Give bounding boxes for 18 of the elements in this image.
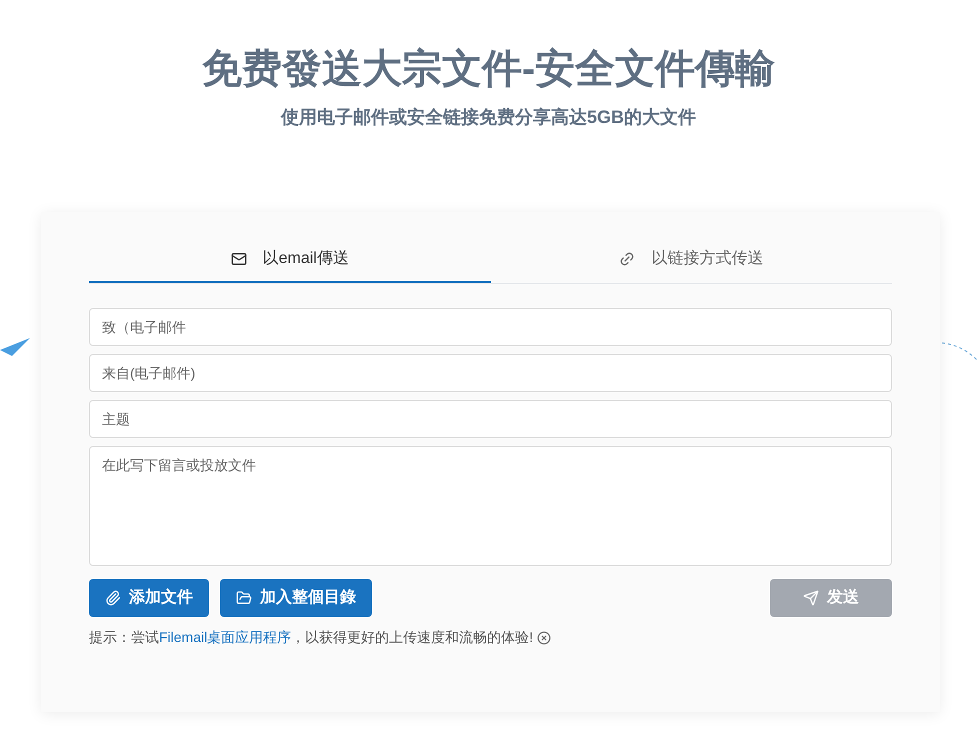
tab[interactable]: 以链接方式传送 [490, 236, 892, 283]
input-field[interactable]: 来自(电子邮件) [89, 354, 892, 392]
send-icon [803, 590, 819, 606]
message-field[interactable]: 在此写下留言或投放文件 [89, 446, 892, 566]
desktop-app-link[interactable]: Filemail桌面应用程序 [159, 629, 292, 645]
paperclip-icon [105, 590, 121, 606]
close-icon[interactable] [537, 630, 552, 644]
input-field[interactable]: 主题 [89, 400, 892, 438]
tab[interactable]: 以email傳送 [89, 236, 490, 283]
dashed-trail-drawing [942, 342, 977, 362]
page-title: 免费發送大宗文件-安全文件傳輸 [202, 46, 776, 93]
page-subtitle: 使用电子邮件或安全链接免费分享高达5GB的大文件 [280, 106, 696, 129]
input-field[interactable]: 致（电子邮件 [89, 308, 892, 346]
folder-icon [236, 590, 252, 606]
add-folder-button[interactable]: 加入整個目錄 [220, 579, 372, 617]
mail-icon [230, 250, 247, 266]
hint-text: 提示：尝试Filemail桌面应用程序，以获得更好的上传速度和流畅的体验! [89, 628, 534, 647]
add-files-button[interactable]: 添加文件 [89, 579, 209, 617]
